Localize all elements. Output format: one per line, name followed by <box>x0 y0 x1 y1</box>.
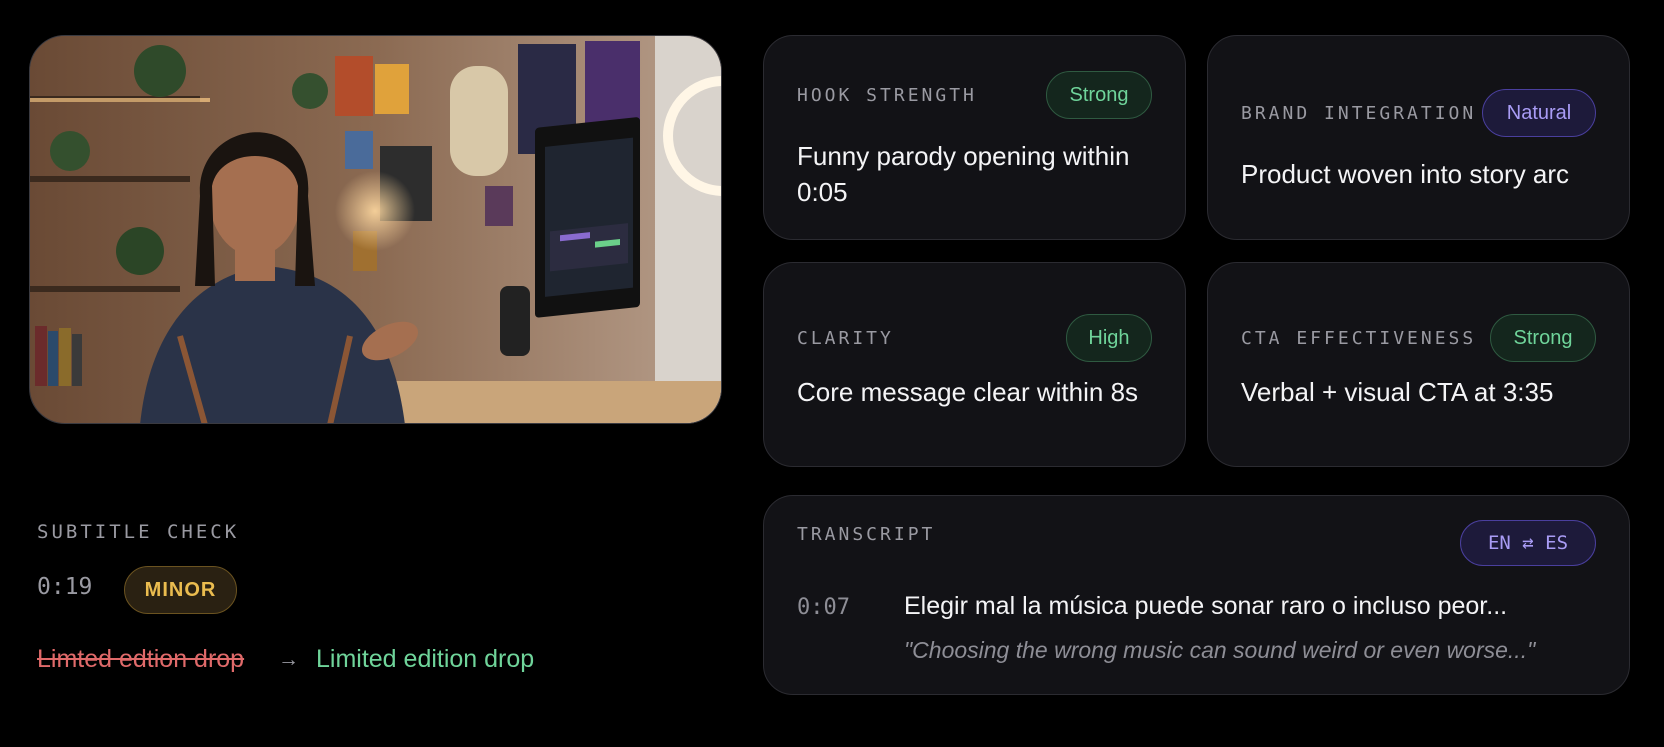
hook-strength-card: HOOK STRENGTH Strong Funny parody openin… <box>763 35 1186 240</box>
card-label: HOOK STRENGTH <box>797 85 977 106</box>
video-frame-illustration <box>30 36 721 423</box>
transcript-timestamp[interactable]: 0:07 <box>797 595 850 620</box>
card-label: CLARITY <box>797 328 894 349</box>
card-value: Product woven into story arc <box>1241 159 1570 189</box>
card-value: Funny parody opening within 0:05 <box>797 141 1130 207</box>
subtitle-check-label: SUBTITLE CHECK <box>37 521 240 543</box>
language-toggle-button[interactable]: EN ⇄ ES <box>1460 520 1596 566</box>
subtitle-corrected-text: Limited edition drop <box>316 645 535 673</box>
subtitle-check-timestamp[interactable]: 0:19 <box>37 574 92 600</box>
card-label: BRAND INTEGRATION <box>1241 103 1477 124</box>
video-thumbnail[interactable] <box>29 35 722 424</box>
clarity-card: CLARITY High Core message clear within 8… <box>763 262 1186 467</box>
brand-integration-card: BRAND INTEGRATION Natural Product woven … <box>1207 35 1630 240</box>
status-badge: High <box>1066 314 1152 362</box>
status-badge: Natural <box>1482 89 1596 137</box>
severity-badge: MINOR <box>124 566 237 614</box>
subtitle-original-text: Limted edtion drop <box>37 645 245 673</box>
card-label: CTA EFFECTIVENESS <box>1241 328 1477 349</box>
card-value: Core message clear within 8s <box>797 377 1139 407</box>
transcript-label: TRANSCRIPT <box>797 524 936 545</box>
transcript-card: TRANSCRIPT EN ⇄ ES 0:07 Elegir mal la mú… <box>763 495 1630 695</box>
transcript-text-translation: "Choosing the wrong music can sound weir… <box>904 637 1536 663</box>
transcript-text-original: Elegir mal la música puede sonar raro o … <box>904 592 1508 620</box>
status-badge: Strong <box>1046 71 1152 119</box>
status-badge: Strong <box>1490 314 1596 362</box>
arrow-right-icon: → <box>278 648 299 671</box>
card-value: Verbal + visual CTA at 3:35 <box>1241 377 1554 407</box>
cta-effectiveness-card: CTA EFFECTIVENESS Strong Verbal + visual… <box>1207 262 1630 467</box>
